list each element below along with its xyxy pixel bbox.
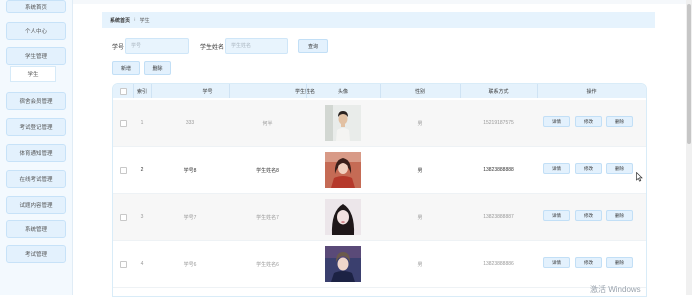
cell-index: 2 (140, 167, 144, 173)
header-select-all[interactable] (113, 84, 133, 98)
table-row: 2 学号8 学生姓名8 男 13823888888 详情 修改 删除 (113, 147, 646, 194)
header-student-no: 学号 (202, 88, 213, 95)
detail-button[interactable]: 详情 (543, 116, 570, 127)
row-checkbox[interactable] (119, 260, 127, 268)
mouse-cursor-icon (636, 172, 643, 182)
row-select[interactable] (113, 241, 133, 287)
nav-item-exam-management[interactable]: 考试管理 (6, 245, 66, 263)
breadcrumb: 系统首页 ⁝ 学生 (102, 12, 655, 28)
nav-subitem-student[interactable]: 学生 (10, 66, 56, 82)
edit-button[interactable]: 修改 (575, 210, 602, 221)
detail-button[interactable]: 详情 (543, 210, 570, 221)
row-select[interactable] (113, 147, 133, 193)
edit-button[interactable]: 修改 (575, 163, 602, 174)
edit-button[interactable]: 修改 (575, 116, 602, 127)
header-index: 索引 (136, 88, 147, 95)
student-no-label: 学号 (112, 45, 125, 51)
row-select[interactable] (113, 100, 133, 146)
query-button[interactable]: 查询 (298, 39, 328, 53)
cell-student-name: 学生姓名8 (256, 167, 279, 174)
student-name-input[interactable] (225, 38, 288, 54)
col-divider (537, 84, 538, 98)
row-delete-button[interactable]: 删除 (606, 163, 633, 174)
breadcrumb-home[interactable]: 系统首页 (110, 17, 130, 24)
table-row: 4 学号6 学生姓名6 男 13823888886 详情 修改 删除 (113, 241, 646, 288)
cell-avatar (306, 100, 380, 146)
cell-student-no: 学号6 (183, 261, 197, 268)
cell-gender: 男 (417, 214, 423, 221)
row-checkbox[interactable] (119, 166, 127, 174)
cell-student-no: 学号8 (183, 167, 197, 174)
col-divider (229, 84, 230, 98)
col-divider (380, 84, 381, 98)
activation-watermark: 激活 Windows (590, 285, 641, 294)
cell-avatar (306, 194, 380, 240)
select-all-checkbox[interactable] (119, 87, 127, 95)
nav-item-home[interactable]: 系统首页 (6, 0, 66, 13)
breadcrumb-current: 学生 (139, 17, 150, 24)
row-select[interactable] (113, 194, 133, 240)
nav-item-question-content[interactable]: 试题内容管理 (6, 196, 66, 214)
header-avatar: 头像 (337, 88, 348, 95)
delete-button[interactable]: 删除 (144, 61, 171, 75)
cell-student-no: 333 (185, 120, 195, 126)
student-no-input[interactable] (125, 38, 189, 54)
cell-phone: 13823888887 (483, 214, 514, 220)
nav-item-dorm-member[interactable]: 宿舍会员管理 (6, 92, 66, 110)
cell-index: 1 (140, 120, 144, 126)
cell-student-name: 学生姓名7 (256, 214, 279, 221)
nav-item-student-management[interactable]: 学生管理 (6, 47, 66, 65)
add-button[interactable]: 新增 (112, 61, 140, 75)
row-checkbox[interactable] (119, 213, 127, 221)
col-divider (460, 84, 461, 98)
table-row: 3 学号7 学生姓名7 男 13823888887 详情 修改 删除 (113, 194, 646, 241)
cell-phone: 13823888886 (483, 261, 514, 267)
row-checkbox[interactable] (119, 119, 127, 127)
cell-gender: 男 (417, 261, 423, 268)
scrollbar-thumb[interactable] (687, 4, 691, 144)
cell-phone: 15219187575 (483, 120, 514, 126)
data-table: 索引 学号 学生姓名 头像 性别 联系方式 操作 1 333 何半 男 1521… (112, 83, 647, 297)
breadcrumb-separator: ⁝ (134, 17, 136, 23)
row-delete-button[interactable]: 删除 (606, 257, 633, 268)
header-actions: 操作 (586, 88, 597, 95)
sidebar: 系统首页 个人中心 学生管理 学生 宿舍会员管理 考试登记管理 体育通知管理 在… (0, 0, 73, 295)
nav-item-profile[interactable]: 个人中心 (6, 22, 66, 40)
cell-student-name: 何半 (262, 120, 273, 127)
nav-item-exam-registration[interactable]: 考试登记管理 (6, 118, 66, 136)
row-delete-button[interactable]: 删除 (606, 210, 633, 221)
col-divider (133, 84, 134, 98)
cell-student-no: 学号7 (183, 214, 197, 221)
cell-gender: 男 (417, 120, 423, 127)
cell-phone: 13823888888 (483, 167, 514, 173)
table-header: 索引 学号 学生姓名 头像 性别 联系方式 操作 (113, 84, 646, 98)
nav-item-system-management[interactable]: 系统管理 (6, 220, 66, 238)
scrollbar-track[interactable] (686, 0, 692, 295)
cell-avatar (306, 147, 380, 193)
col-divider (306, 84, 307, 98)
cell-gender: 男 (417, 167, 423, 174)
table-row: 1 333 何半 男 15219187575 详情 修改 删除 (113, 100, 646, 147)
nav-item-sports-notice[interactable]: 体育通知管理 (6, 144, 66, 162)
detail-button[interactable]: 详情 (543, 257, 570, 268)
col-divider (151, 84, 152, 98)
cell-index: 4 (140, 261, 144, 267)
male-student-photo (325, 105, 361, 141)
detail-button[interactable]: 详情 (543, 163, 570, 174)
header-gender: 性别 (414, 88, 425, 95)
male-student-photo (325, 246, 361, 282)
header-phone: 联系方式 (488, 88, 509, 95)
cell-student-name: 学生姓名6 (256, 261, 279, 268)
top-bar (73, 0, 692, 4)
nav-item-online-exam[interactable]: 在线考试管理 (6, 170, 66, 188)
cell-avatar (306, 241, 380, 287)
row-delete-button[interactable]: 删除 (606, 116, 633, 127)
edit-button[interactable]: 修改 (575, 257, 602, 268)
female-student-photo (325, 199, 361, 235)
cell-index: 3 (140, 214, 144, 220)
student-name-label: 学生姓名 (200, 45, 225, 51)
female-student-photo (325, 152, 361, 188)
